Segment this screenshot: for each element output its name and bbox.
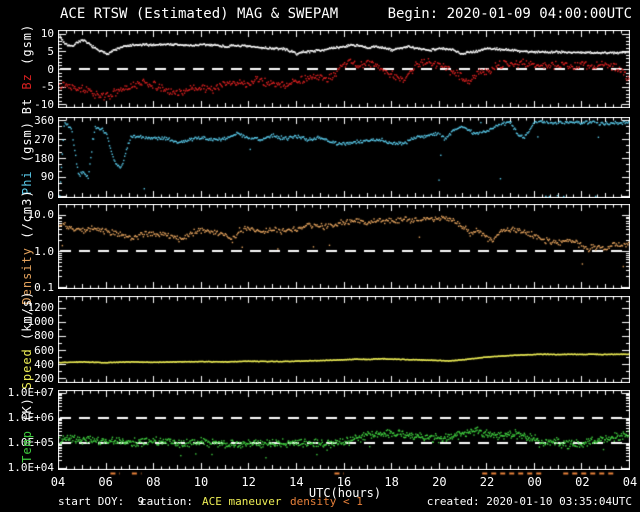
created-timestamp: created: 2020-01-10 03:35:04UTC — [426, 495, 632, 508]
x-tick-label: 12 — [241, 475, 256, 489]
panel-speed-canvas — [58, 296, 630, 383]
x-tick-label: 22 — [479, 475, 495, 489]
y-tick-label-temp: 1.0E+04 — [7, 461, 54, 475]
x-tick-label: 04 — [622, 475, 638, 489]
x-tick-label: 06 — [98, 475, 113, 489]
y-axis-label-part: (gsm) — [20, 120, 34, 170]
panel-density-canvas — [58, 204, 630, 289]
y-axis-label-part: (gsm) — [20, 23, 34, 74]
x-tick-label: 18 — [384, 475, 399, 489]
caution-label: caution: — [140, 495, 193, 508]
y-axis-label-part: Speed — [20, 347, 34, 389]
caution-maneuver-label: ACE maneuver — [202, 495, 282, 508]
y-axis-label-part: (/cm3) — [20, 188, 34, 247]
y-axis-label-part: (K) — [20, 397, 34, 430]
y-axis-label-speed: Speed (km/s) — [20, 290, 34, 389]
y-axis-label-phi: Phi (gsm) — [20, 120, 34, 194]
y-axis-label-density: Density (/cm3) — [20, 189, 34, 304]
x-tick-label: 08 — [146, 475, 161, 489]
plot-area: 10 5 0 -5 -10 Bt Bz (gsm) 360 270 180 90 0 Phi (gsm… — [0, 0, 640, 512]
panel-phi-canvas — [58, 117, 630, 198]
x-tick-label: 14 — [289, 475, 304, 489]
panel-mag-canvas — [58, 30, 630, 108]
x-tick-label: 20 — [432, 475, 447, 489]
x-tick-label: 10 — [193, 475, 209, 489]
y-axis-label-part: Bt — [20, 89, 34, 115]
ace-rtsw-plot-window: ACE RTSW (Estimated) MAG & SWEPAM Begin:… — [0, 0, 640, 512]
panel-temp-canvas — [58, 390, 630, 470]
caution-density-label: density < 1 — [290, 495, 363, 508]
x-tick-label: 00 — [527, 475, 542, 489]
y-axis-label-part: (km/s) — [20, 290, 34, 348]
y-axis-label-part: Temp — [20, 430, 34, 463]
y-axis-label-temp: Temp (K) — [20, 397, 34, 463]
y-axis-label-part: Bz — [20, 73, 34, 90]
x-tick-label: 02 — [575, 475, 590, 489]
start-doy-label: start DOY: 9 — [58, 495, 145, 508]
x-tick-label: 04 — [50, 475, 66, 489]
y-axis-label-mag: Bt Bz (gsm) — [20, 24, 34, 115]
